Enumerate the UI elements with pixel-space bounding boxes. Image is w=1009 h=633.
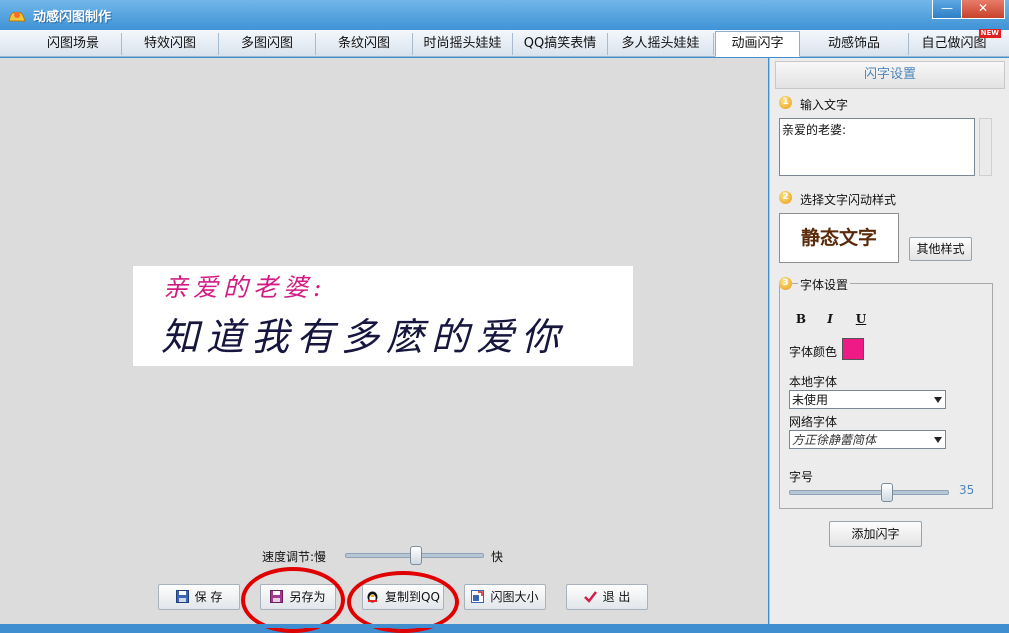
resize-icon [471,590,485,603]
close-button[interactable]: ✕ [961,0,1005,19]
tab-multi-image-flash[interactable]: 多图闪图 [219,33,316,55]
tab-flash-scene[interactable]: 闪图场景 [25,33,122,55]
font-size-label: 字号 [789,470,814,484]
app-title: 动感闪图制作 [33,10,112,25]
step-3-badge: 3 [779,277,792,290]
font-settings-label: 字体设置 [798,276,851,293]
other-styles-button[interactable]: 其他样式 [909,237,972,261]
close-icon: ✕ [977,1,989,15]
input-text-label: 输入文字 [800,98,849,112]
speed-slider-thumb[interactable] [409,546,422,565]
tab-animated-text[interactable]: 动画闪字 [715,31,800,57]
tab-multi-bobblehead[interactable]: 多人摇头娃娃 [608,33,714,55]
step-2-badge: 2 [779,191,792,204]
flash-style-preview[interactable]: 静态文字 [779,213,899,263]
font-size-value: 35 [959,483,975,497]
speed-label: 速度调节:慢 [262,550,327,564]
preview-line-1: 亲爱的老婆: [163,273,327,302]
tab-bar: 闪图场景 特效闪图 多图闪图 条纹闪图 时尚摇头娃娃 QQ搞笑表情 多人摇头娃娃… [0,29,1009,57]
text-input-scrollbar[interactable] [979,118,992,176]
tab-qq-funny[interactable]: QQ搞笑表情 [513,33,608,55]
exit-button[interactable]: 退 出 [566,584,648,610]
tab-diy-flash[interactable]: 自己做闪图 NEW [909,29,1001,55]
local-font-label: 本地字体 [789,375,838,389]
local-font-select[interactable]: 未使用 [789,390,946,409]
dropdown-arrow-icon [934,437,942,443]
minimize-icon: — [941,1,953,15]
step-1-badge: 1 [779,96,792,109]
app-logo-icon [8,12,26,22]
panel-title: 闪字设置 [775,61,1005,89]
web-font-label: 网络字体 [789,415,838,429]
flash-size-button[interactable]: 闪图大小 [464,584,546,610]
font-color-swatch[interactable] [842,338,864,360]
dropdown-arrow-icon [934,397,942,403]
font-color-label: 字体颜色 [789,345,838,359]
font-settings-group: B I U 字体颜色 本地字体 未使用 网络字体 方正徐静蕾简体 字号 35 [779,283,993,509]
flash-style-label: 选择文字闪动样式 [800,193,897,207]
bold-button[interactable]: B [792,310,810,328]
speed-slider[interactable] [345,546,484,565]
speed-fast-label: 快 [491,550,504,564]
add-flash-text-button[interactable]: 添加闪字 [829,521,922,547]
new-badge: NEW [978,29,1001,38]
tab-bobblehead[interactable]: 时尚摇头娃娃 [413,33,513,55]
flash-text-input[interactable]: 亲爱的老婆: [779,118,975,176]
font-size-slider[interactable] [789,483,949,502]
title-bar: 动感闪图制作 — ✕ [0,0,1009,30]
flash-text-preview: 亲爱的老婆: 知道我有多麽的爱你 [133,266,633,366]
italic-button[interactable]: I [821,310,839,328]
window-bottom-border [0,624,1009,628]
save-button[interactable]: 保 存 [158,584,240,610]
tab-effect-flash[interactable]: 特效闪图 [122,33,219,55]
font-size-slider-thumb[interactable] [881,483,893,502]
exit-checkmark-icon [583,591,597,603]
underline-button[interactable]: U [852,310,870,328]
flash-text-settings-panel: 闪字设置 1 输入文字 亲爱的老婆: 2 选择文字闪动样式 静态文字 其他样式 … [769,58,1009,624]
floppy-disk-icon [175,590,189,603]
preview-line-2: 知道我有多麽的爱你 [161,315,567,359]
minimize-button[interactable]: — [932,0,962,19]
tab-decorations[interactable]: 动感饰品 [800,33,909,55]
web-font-select[interactable]: 方正徐静蕾简体 [789,430,946,449]
tab-stripe-flash[interactable]: 条纹闪图 [316,33,413,55]
